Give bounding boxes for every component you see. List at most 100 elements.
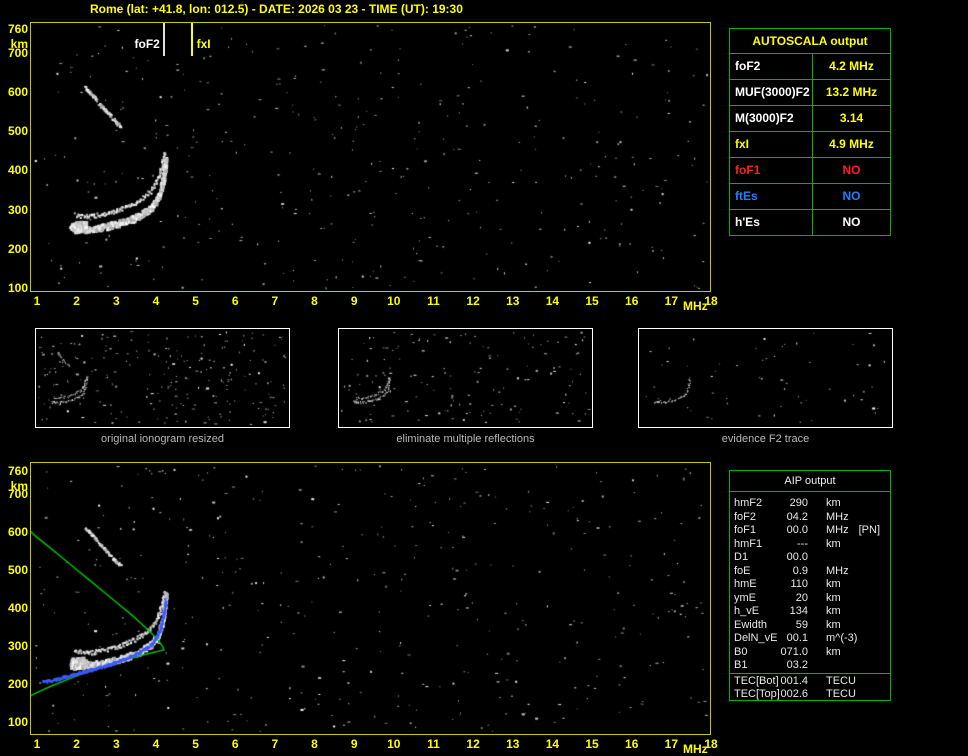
aip-row-foE: foE 0.9 MHz [730,565,890,579]
x-tick-label: 9 [350,294,358,308]
param-label: DelN_vE [734,632,778,644]
param-value: 4.9 MHz [829,137,874,151]
x-tick-label: 16 [625,737,639,751]
param-value: 00.1 [786,632,808,644]
param-unit: MHz [826,510,849,523]
param-value: 134 [789,605,808,617]
x-tick-label: 5 [192,294,199,308]
x-tick-label: 4 [152,737,160,751]
param-unit: km [826,605,841,617]
aip-row-hmE: hmE 110 km [730,578,890,592]
aip-row-foF1: foF1 00.0 MHz [PN] [730,524,890,538]
param-note: [PN] [858,524,881,536]
param-label: foF1 [734,524,757,536]
aip-row-DelN_vE: DelN_vE 00.1 m^(-3) [730,632,890,646]
aip-tec-rows: TEC[Bot] 001.4 TECU TEC[Top] 002.6 TECU [730,672,890,701]
x-tick-label: 13 [506,737,520,751]
x-tick-label: 6 [231,294,239,308]
param-unit: TECU [826,674,856,687]
y-tick-label: 300 [7,202,28,217]
aip-row-D1: D1 00.0 [730,551,890,565]
param-unit: km [826,537,841,550]
x-tick-label: 2 [73,294,80,308]
panel-caption-original: original ionogram resized [101,433,224,445]
param-value: NO [842,163,861,177]
aip-row-TEC[Bot]: TEC[Bot] 001.4 TECU [730,675,890,688]
x-tick-label: 11 [427,737,440,751]
x-tick-label: 7 [271,737,279,751]
param-value: 00.0 [786,551,808,563]
param-value: --- [797,537,808,550]
x-tick-label: 12 [466,737,480,751]
x-tick-label: 16 [625,294,639,308]
param-value: 59 [795,618,808,631]
x-tick-label: 8 [311,737,318,751]
autoscala-output-table: AUTOSCALA output foF2 4.2 MHz MUF(3000)F2 1… [729,28,891,236]
x-tick-label: 14 [545,737,560,751]
x-tick-label: 14 [545,294,560,308]
aip-table-title: AIP output [730,471,890,492]
autoscala-row-h'Es: h'Es NO [730,210,890,235]
param-label: TEC[Bot] [734,674,779,687]
x-tick-label: 15 [585,737,599,751]
panel-caption-cleaned: eliminate multiple reflections [396,433,535,445]
param-value: 3.14 [839,111,864,125]
param-label: ymE [734,591,756,604]
x-tick-label: 4 [152,294,160,308]
param-value: 03.2 [786,659,808,671]
x-tick-label: 3 [112,294,120,308]
x-tick-label: 3 [112,737,120,751]
y-tick-label: 700 [7,45,28,60]
aip-row-B1: B1 03.2 [730,659,890,673]
x-tick-label: 12 [466,294,480,308]
aip-row-hmF1: hmF1 --- km [730,538,890,552]
aip-row-B0: B0 071.0 km [730,646,890,660]
param-value: 13.2 MHz [825,85,878,99]
param-label: foF2 [734,510,757,523]
param-label: M(3000)F2 [730,106,813,131]
y-tick-label: 200 [7,241,28,256]
param-unit: m^(-3) [826,632,858,644]
x-tick-label: 8 [311,294,318,308]
param-label: hmF2 [734,497,763,509]
y-tick-label: 400 [7,600,28,615]
param-value: 04.2 [786,510,808,523]
x-axis-unit: MHz [683,742,708,756]
panel-f2-canvas [639,329,892,427]
y-tick-label: 760 [7,22,28,36]
param-unit: km [826,618,841,631]
aip-row-Ewidth: Ewidth 59 km [730,619,890,633]
bottom-ionogram-canvas [31,463,710,734]
autoscala-table-rows: foF2 4.2 MHz MUF(3000)F2 13.2 MHz M(3000)F2 3… [730,54,890,235]
param-value: 00.0 [786,524,808,536]
x-tick-label: 13 [506,294,520,308]
param-value: 0.9 [792,564,808,577]
param-unit: km [826,591,841,604]
top-ionogram-plot [30,22,711,292]
autoscala-row-MUF(3000)F2: MUF(3000)F2 13.2 MHz [730,80,890,106]
y-tick-label: 200 [7,676,28,691]
x-tick-label: 2 [73,737,80,751]
autoscala-window: Rome (lat: +41.8, lon: 012.5) - DATE: 20… [0,0,968,755]
aip-row-h_vE: h_vE 134 km [730,605,890,619]
param-value: 20 [795,591,808,604]
param-label: D1 [734,551,749,563]
param-label: Ewidth [734,618,768,631]
top-ionogram-canvas [31,23,710,291]
x-tick-label: 1 [33,294,41,308]
autoscala-row-M(3000)F2: M(3000)F2 3.14 [730,106,890,132]
autoscala-row-fxI: fxI 4.9 MHz [730,132,890,158]
aip-row-foF2: foF2 04.2 MHz [730,511,890,525]
param-value: 002.6 [780,687,808,700]
x-tick-label: 18 [704,737,718,751]
y-tick-label: 600 [7,84,28,99]
y-tick-label: 100 [7,715,28,729]
x-tick-label: 10 [387,737,401,751]
y-tick-label: 100 [7,281,28,295]
param-unit: km [826,645,841,658]
aip-table-rows: hmF2 290 km foF2 04.2 MHz foF1 00.0 MHz [PN] hmF1 -… [730,492,890,673]
param-label: h'Es [730,210,813,235]
aip-row-TEC[Top]: TEC[Top] 002.6 TECU [730,688,890,701]
param-label: MUF(3000)F2 [730,80,813,105]
panel-original-ionogram [35,328,290,428]
